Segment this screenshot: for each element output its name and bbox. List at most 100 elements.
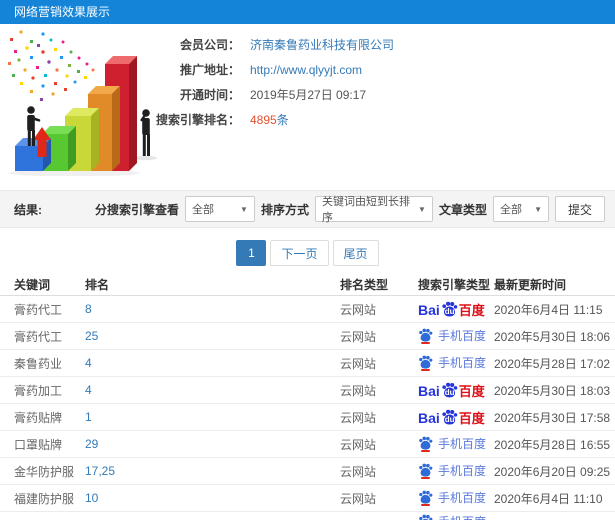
table-row: 膏药代工 25 云网站 手机百度 2020年5月30日 18:06 bbox=[0, 323, 615, 350]
url-label: 推广地址： bbox=[179, 63, 240, 77]
baidu-logo: Bai du 百度 bbox=[418, 382, 485, 398]
table-row: 金华防护服 17,25 云网站 手机百度 2020年6月20日 09:25 bbox=[0, 458, 615, 485]
mobile-baidu-logo: 手机百度 bbox=[418, 514, 486, 520]
baidu-paw-icon bbox=[419, 514, 433, 520]
promotion-url-link[interactable]: http://www.qlyyjt.com bbox=[250, 63, 362, 77]
cell-rank[interactable]: 17,25 bbox=[85, 464, 340, 478]
baidu-logo: Bai du 百度 bbox=[418, 409, 485, 425]
table-row: 口罩贴牌 29 云网站 手机百度 2020年5月28日 16:55 bbox=[0, 431, 615, 458]
header-update-time: 最新更新时间 bbox=[494, 278, 567, 292]
cell-date: 2020年5月28日 16:55 bbox=[494, 437, 611, 452]
filter-bar: 结果: 分搜索引擎查看 全部 ▼ 排序方式 关键词由短到长排序 ▼ 文章类型 全… bbox=[0, 190, 615, 228]
company-link[interactable]: 济南秦鲁药业科技有限公司 bbox=[250, 36, 394, 53]
baidu-logo: Bai du 百度 bbox=[418, 301, 485, 317]
open-time-label: 开通时间： bbox=[179, 88, 240, 102]
cell-engine: 手机百度 bbox=[418, 490, 494, 506]
mobile-baidu-icon bbox=[418, 328, 433, 344]
mobile-baidu-logo: 手机百度 bbox=[418, 463, 486, 479]
cell-rank[interactable]: 8 bbox=[85, 302, 340, 316]
cell-type: 云网站 bbox=[340, 437, 377, 452]
mobile-baidu-underline-icon bbox=[421, 369, 430, 371]
header-rank-type: 排名类型 bbox=[340, 278, 389, 292]
rank-count-suffix: 条 bbox=[276, 113, 289, 127]
baidu-paw-icon bbox=[419, 490, 433, 504]
baidu-logo-cn: 百度 bbox=[458, 384, 485, 398]
last-page-button[interactable]: 尾页 bbox=[332, 240, 379, 266]
member-info: 会员公司： 济南秦鲁药业科技有限公司 推广地址： http://www.qlyy… bbox=[148, 32, 394, 132]
cell-keyword: 口罩贴牌 bbox=[14, 437, 63, 452]
bars-icon bbox=[15, 56, 137, 171]
table-row: 手机百度 bbox=[0, 512, 615, 520]
engine-filter-value: 全部 bbox=[191, 204, 214, 216]
mobile-baidu-logo: 手机百度 bbox=[418, 436, 486, 452]
cell-rank[interactable]: 29 bbox=[85, 437, 340, 451]
cell-rank[interactable]: 10 bbox=[85, 491, 340, 505]
cell-type: 云网站 bbox=[340, 329, 377, 344]
cell-engine: 手机百度 bbox=[418, 328, 494, 344]
bar-chart-illustration bbox=[8, 30, 157, 176]
open-time-value: 2019年5月27日 09:17 bbox=[250, 88, 367, 102]
rank-count-value: 4895条 bbox=[250, 111, 289, 128]
article-type-select[interactable]: 全部 ▼ bbox=[492, 196, 549, 222]
mobile-baidu-icon bbox=[418, 463, 433, 479]
page-button-current[interactable]: 1 bbox=[236, 240, 267, 266]
engine-filter-label: 分搜索引擎查看 bbox=[94, 202, 179, 217]
mobile-baidu-icon bbox=[418, 490, 433, 506]
cell-engine: Bai du 百度 bbox=[418, 382, 494, 398]
sort-filter-label: 排序方式 bbox=[260, 202, 309, 217]
company-row: 会员公司： 济南秦鲁药业科技有限公司 bbox=[148, 32, 394, 57]
article-type-value: 全部 bbox=[499, 204, 522, 216]
cell-engine: 手机百度 bbox=[418, 436, 494, 452]
submit-button[interactable]: 提交 bbox=[554, 196, 605, 222]
cell-date: 2020年5月30日 18:03 bbox=[494, 383, 611, 398]
mobile-baidu-underline-icon bbox=[421, 342, 430, 344]
cell-type: 云网站 bbox=[340, 383, 377, 398]
cell-rank[interactable]: 4 bbox=[85, 356, 340, 370]
mobile-baidu-label: 手机百度 bbox=[438, 464, 487, 478]
rank-count-row: 搜索引擎排名： 4895条 bbox=[148, 107, 394, 132]
cell-rank[interactable]: 4 bbox=[85, 383, 340, 397]
baidu-logo-du: du bbox=[444, 388, 455, 397]
cell-engine: 手机百度 bbox=[418, 463, 494, 479]
sort-filter-value: 关键词由短到长排序 bbox=[321, 196, 410, 224]
baidu-paw-icon bbox=[419, 436, 433, 450]
chevron-down-icon: ▼ bbox=[240, 204, 248, 214]
cell-date: 2020年6月4日 11:10 bbox=[494, 491, 603, 506]
mobile-baidu-label: 手机百度 bbox=[438, 516, 486, 520]
cell-date: 2020年6月20日 09:25 bbox=[494, 464, 611, 479]
engine-filter-select[interactable]: 全部 ▼ bbox=[184, 196, 255, 222]
table-header-row: 关键词 排名 排名类型 搜索引擎类型 最新更新时间 bbox=[0, 274, 615, 296]
header-engine-type: 搜索引擎类型 bbox=[418, 278, 491, 292]
baidu-paw-icon bbox=[419, 355, 433, 369]
table-row: 膏药代工 8 云网站 Bai du 百度 2020年6月4日 11:15 bbox=[0, 296, 615, 323]
open-time-row: 开通时间： 2019年5月27日 09:17 bbox=[148, 82, 394, 107]
cell-rank[interactable]: 1 bbox=[85, 410, 340, 424]
baidu-logo-du: du bbox=[444, 307, 455, 316]
cell-type: 云网站 bbox=[340, 302, 377, 317]
cell-rank[interactable]: 25 bbox=[85, 329, 340, 343]
next-page-button[interactable]: 下一页 bbox=[270, 240, 329, 266]
baidu-paw: du bbox=[441, 301, 458, 317]
results-table-body: 膏药代工 8 云网站 Bai du 百度 2020年6月4日 11:15 膏药代工 25 云网站手… bbox=[0, 296, 615, 520]
info-section: 会员公司： 济南秦鲁药业科技有限公司 推广地址： http://www.qlyy… bbox=[0, 24, 615, 190]
chevron-down-icon: ▼ bbox=[534, 204, 542, 214]
cell-keyword: 膏药代工 bbox=[14, 302, 63, 317]
cell-keyword: 膏药贴牌 bbox=[14, 410, 63, 425]
cell-type: 云网站 bbox=[340, 410, 377, 425]
mobile-baidu-icon bbox=[418, 514, 433, 520]
mobile-baidu-logo: 手机百度 bbox=[418, 355, 486, 371]
baidu-logo-cn: 百度 bbox=[458, 303, 485, 317]
baidu-paw-icon bbox=[419, 463, 433, 477]
cell-type: 云网站 bbox=[340, 464, 377, 479]
baidu-logo-bai: Bai bbox=[418, 302, 440, 317]
cell-keyword: 膏药加工 bbox=[14, 383, 63, 398]
baidu-logo-bai: Bai bbox=[418, 383, 440, 398]
mobile-baidu-label: 手机百度 bbox=[438, 356, 487, 370]
sort-filter-select[interactable]: 关键词由短到长排序 ▼ bbox=[314, 196, 433, 224]
mobile-baidu-icon bbox=[418, 436, 433, 452]
rank-count-number: 4895 bbox=[250, 113, 277, 127]
chevron-down-icon: ▼ bbox=[418, 204, 426, 214]
cell-engine: Bai du 百度 bbox=[418, 409, 494, 425]
cell-engine: 手机百度 bbox=[418, 355, 494, 371]
mobile-baidu-underline-icon bbox=[421, 477, 430, 479]
